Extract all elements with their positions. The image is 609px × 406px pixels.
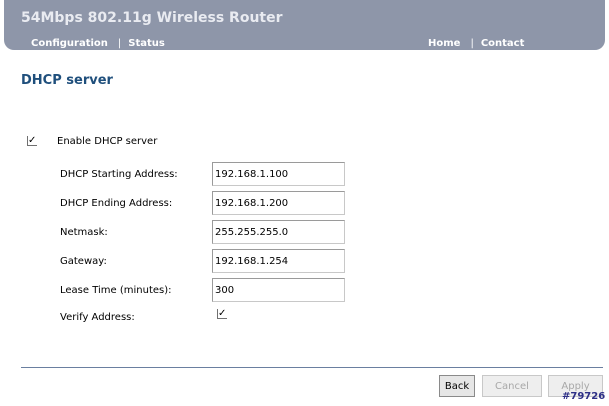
- gateway-input[interactable]: [212, 249, 345, 273]
- nav-left: Configuration | Status: [31, 38, 165, 49]
- nav-separator: |: [117, 38, 122, 49]
- netmask-input[interactable]: [212, 220, 345, 244]
- dhcp-start-input[interactable]: [212, 162, 345, 186]
- dhcp-end-input[interactable]: [212, 191, 345, 215]
- netmask-label: Netmask:: [60, 227, 108, 238]
- nav-separator: |: [470, 38, 474, 49]
- nav-contact[interactable]: Contact: [481, 38, 525, 49]
- header-bar: 54Mbps 802.11g Wireless Router Configura…: [4, 0, 605, 50]
- page-title: DHCP server: [21, 73, 113, 88]
- cancel-button[interactable]: Cancel: [482, 375, 542, 397]
- footer-divider: [21, 367, 603, 368]
- nav-status[interactable]: Status: [128, 38, 165, 49]
- nav-right: Home | Contact: [428, 38, 524, 49]
- verify-address-checkbox[interactable]: ✓: [217, 309, 227, 319]
- lease-time-input[interactable]: [212, 278, 345, 302]
- enable-dhcp-label: Enable DHCP server: [57, 136, 158, 147]
- nav-home[interactable]: Home: [428, 38, 460, 49]
- lease-time-label: Lease Time (minutes):: [60, 285, 172, 296]
- gateway-label: Gateway:: [60, 256, 107, 267]
- dhcp-end-label: DHCP Ending Address:: [60, 198, 173, 209]
- app-title: 54Mbps 802.11g Wireless Router: [21, 10, 283, 26]
- nav-configuration[interactable]: Configuration: [31, 38, 108, 49]
- dhcp-start-label: DHCP Starting Address:: [60, 169, 178, 180]
- back-button[interactable]: Back: [439, 375, 475, 397]
- reference-id: #79726: [562, 391, 606, 402]
- verify-address-label: Verify Address:: [60, 312, 135, 323]
- enable-dhcp-checkbox[interactable]: ✓: [27, 136, 37, 146]
